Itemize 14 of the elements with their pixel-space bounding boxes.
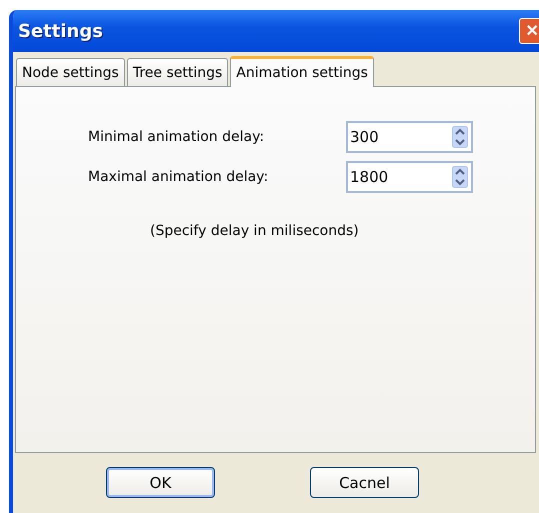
- field-label: Minimal animation delay:: [88, 129, 266, 145]
- hint-text: (Specify delay in miliseconds): [150, 223, 360, 239]
- close-button[interactable]: ✕: [519, 18, 539, 44]
- field-label: Maximal animation delay:: [88, 169, 270, 185]
- spin-arrows-icon[interactable]: [452, 126, 468, 148]
- dialog-button[interactable]: OK: [106, 467, 215, 498]
- spin-field[interactable]: 300: [346, 121, 473, 153]
- tab[interactable]: Node settings: [16, 58, 125, 86]
- tab[interactable]: Animation settings: [230, 56, 374, 87]
- window-title: Settings: [18, 20, 103, 42]
- spin-arrows-icon[interactable]: [452, 166, 468, 188]
- dialog-button[interactable]: Cacnel: [310, 467, 419, 498]
- tab[interactable]: Tree settings: [126, 58, 228, 86]
- spin-field[interactable]: 1800: [346, 161, 473, 193]
